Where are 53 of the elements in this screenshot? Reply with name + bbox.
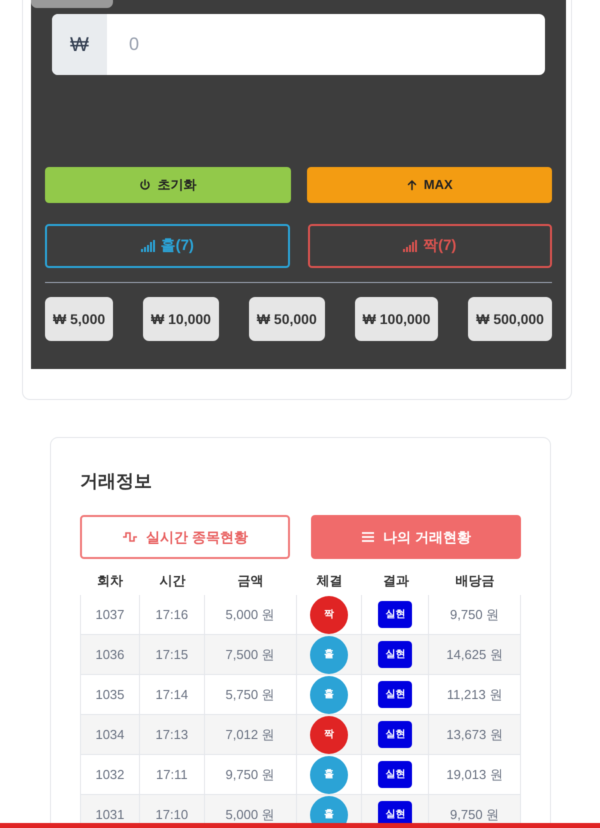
pulse-icon: [122, 531, 138, 543]
result-badge: 실현: [378, 761, 412, 788]
table-cell: 1035: [80, 675, 140, 714]
amount-chip[interactable]: ₩ 5,000: [45, 297, 114, 341]
column-header: 회차: [96, 572, 124, 590]
table-cell: 11,213 원: [429, 675, 521, 714]
currency-label: ₩: [52, 14, 107, 75]
amount-field[interactable]: ₩ 0: [52, 14, 545, 75]
table-cell: 1034: [80, 715, 140, 754]
table-cell: 17:13: [140, 715, 205, 754]
column-header: 금액: [236, 572, 265, 590]
result-badge: 실현: [378, 721, 412, 748]
table-cell: 1037: [80, 595, 140, 634]
column-header: 체결: [315, 572, 344, 590]
table-cell: 19,013 원: [429, 755, 521, 794]
table-cell: 17:11: [140, 755, 205, 794]
table-cell: 7,012 원: [204, 715, 297, 754]
table-cell: 9,750 원: [204, 755, 297, 794]
result-badge: 실현: [378, 601, 412, 628]
amount-chip[interactable]: ₩ 500,000: [468, 297, 552, 341]
table-cell: 9,750 원: [429, 595, 521, 634]
max-button[interactable]: MAX: [306, 167, 552, 203]
table-cell: 13,673 원: [429, 715, 521, 754]
bet-badge: 홀: [310, 676, 348, 714]
amount-chip[interactable]: ₩ 50,000: [248, 297, 325, 341]
amount-chip[interactable]: ₩ 100,000: [354, 297, 438, 341]
bet-badge: 짝: [310, 596, 348, 634]
table-cell: 1032: [80, 755, 140, 794]
power-icon: [139, 179, 152, 191]
section-title: 거래정보: [80, 470, 153, 493]
bet-badge: 홀: [310, 636, 348, 674]
column-header: 결과: [382, 572, 410, 590]
result-badge: 실현: [378, 681, 412, 708]
column-header: 시간: [158, 572, 186, 590]
table-cell: 17:14: [140, 675, 205, 714]
bet-badge: 홀: [310, 756, 348, 794]
result-badge: 실현: [378, 641, 412, 668]
amount-chip[interactable]: ₩ 10,000: [143, 297, 219, 341]
bet-button[interactable]: 홀(7): [45, 224, 290, 268]
signal-bars-icon: [403, 240, 418, 252]
table-cell: 17:15: [140, 635, 205, 674]
list-icon: [361, 531, 376, 543]
table-cell: 7,500 원: [204, 635, 297, 674]
table-cell: 5,000 원: [204, 595, 297, 634]
table-cell: 5,750 원: [204, 675, 297, 714]
signal-bars-icon: [140, 240, 155, 252]
column-header: 배당금: [454, 572, 496, 590]
table-cell: 1036: [80, 635, 140, 674]
arrow-up-icon: [406, 179, 418, 191]
table-cell: 17:16: [140, 595, 205, 634]
table-cell: 14,625 원: [429, 635, 521, 674]
reset-button[interactable]: 초기화: [45, 167, 290, 203]
bet-badge: 짝: [310, 716, 348, 754]
